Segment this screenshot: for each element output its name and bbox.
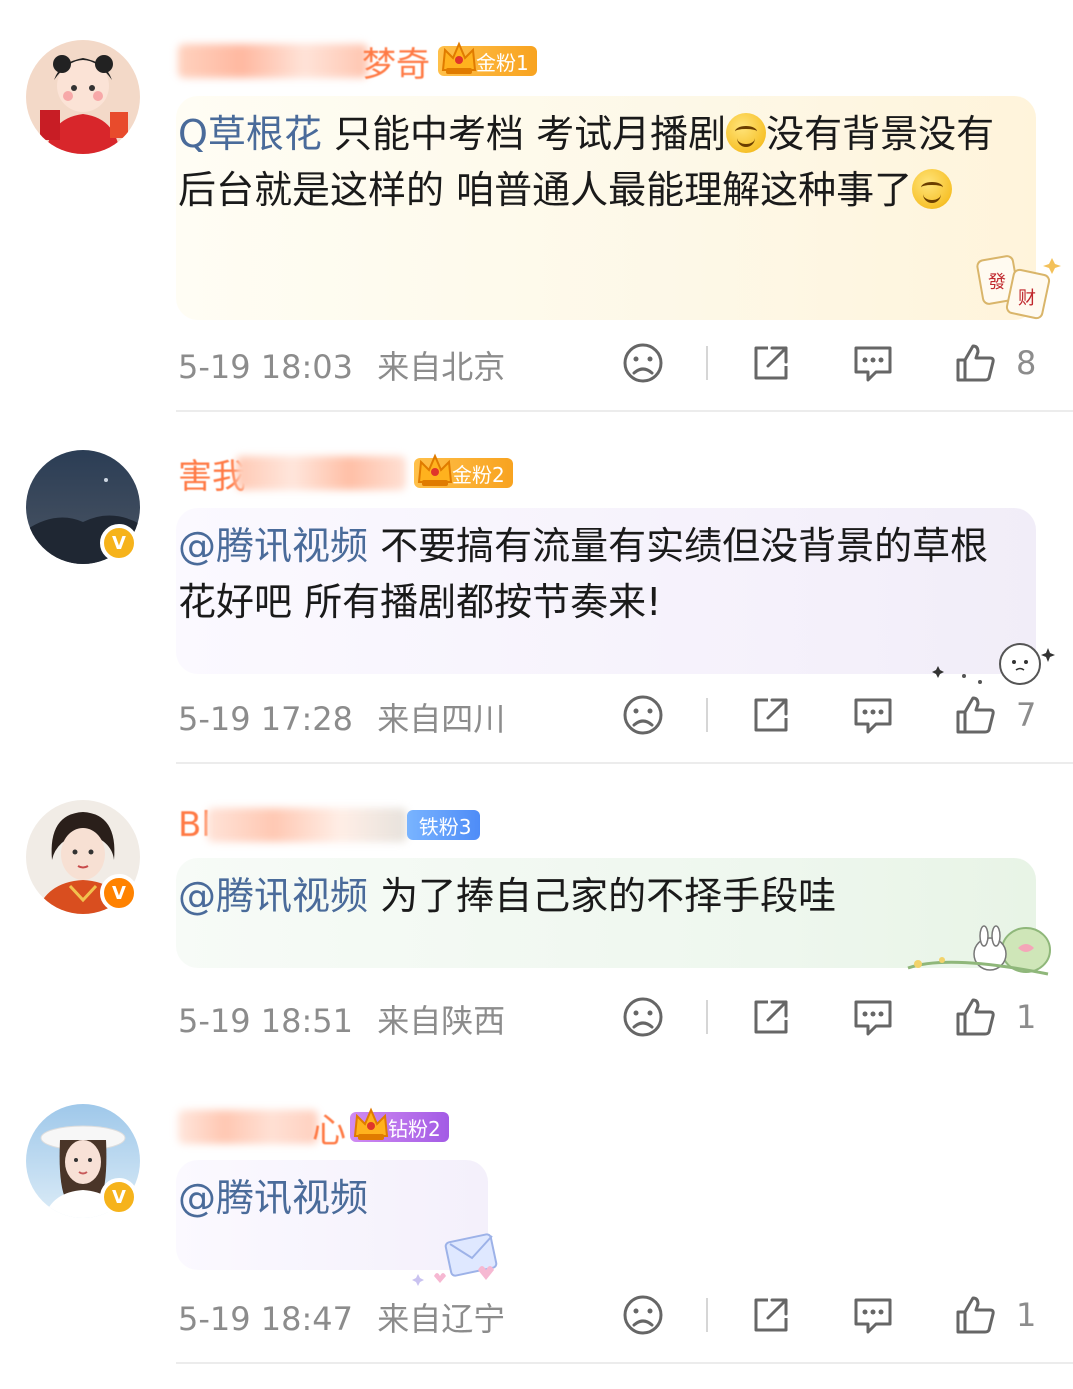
comment-icon [854, 1298, 892, 1334]
comment-icon [854, 346, 892, 382]
topic-link[interactable]: Q草根花 [178, 112, 322, 156]
share-button[interactable] [748, 690, 794, 740]
comment-icon [854, 698, 892, 734]
divider [706, 1000, 708, 1034]
reply-button[interactable] [850, 690, 896, 740]
crown-icon [417, 453, 453, 486]
share-button[interactable] [748, 338, 794, 388]
comment-item: V Bl 铁粉3 @腾讯视频 为了捧自己家的不择手段哇 5-19 18:51 来… [0, 764, 1073, 1064]
comment-bubble[interactable]: Q草根花 只能中考档 考试月播剧 没有背景没有后台就是这样的 咱普通人最能理解这种… [176, 96, 1061, 320]
location: 来自北京 [377, 348, 506, 386]
comment-text: @腾讯视频 不要搞有流量有实绩但没背景的草根花好吧 所有播剧都按节奏来! [178, 524, 989, 624]
thumbs-up-icon [956, 998, 995, 1036]
share-button[interactable] [748, 992, 794, 1042]
comment-item: 梦奇 金粉1 Q草根花 只能中考档 考试月播剧 没有背景没有后台就是这样的 咱普通… [0, 0, 1073, 412]
comment-bubble[interactable]: @腾讯视频 为了捧自己家的不择手段哇 [176, 858, 1051, 976]
like-button[interactable]: 7 [952, 690, 1036, 740]
reply-button[interactable] [850, 992, 896, 1042]
comment-text: Q草根花 只能中考档 考试月播剧 没有背景没有后台就是这样的 咱普通人最能理解这种… [178, 112, 995, 212]
location: 来自陕西 [377, 1002, 506, 1040]
dislike-button[interactable] [620, 338, 666, 388]
sad-face-icon [623, 343, 663, 383]
dislike-button[interactable] [620, 690, 666, 740]
crown-icon [353, 1107, 389, 1140]
comment-meta: 5-19 17:28 来自四川 [178, 694, 505, 740]
like-button[interactable]: 1 [952, 1290, 1036, 1340]
reply-button[interactable] [850, 1290, 896, 1340]
like-count: 1 [1016, 998, 1037, 1036]
share-icon [754, 346, 788, 380]
divider [706, 346, 708, 380]
verified-v-icon: V [100, 874, 138, 912]
mention-link[interactable]: @腾讯视频 [178, 1176, 368, 1220]
thumbs-up-icon [956, 1296, 995, 1334]
username[interactable]: Bl 铁粉3 [178, 804, 480, 846]
svg-text:發: 發 [988, 272, 1006, 293]
timestamp: 5-19 18:51 [178, 1002, 354, 1040]
sad-face-icon [623, 1295, 663, 1335]
envelope-sticker-icon [412, 1233, 498, 1286]
action-bar: 8 [620, 338, 1040, 388]
timestamp: 5-19 17:28 [178, 700, 354, 738]
thumbs-up-icon [956, 344, 995, 382]
divider [176, 1362, 1073, 1364]
comment-meta: 5-19 18:47 来自辽宁 [178, 1294, 505, 1340]
like-button[interactable]: 1 [952, 992, 1036, 1042]
share-icon [754, 1298, 788, 1332]
share-icon [754, 1000, 788, 1034]
action-bar: 1 [620, 992, 1040, 1042]
smile-emoji-icon [726, 113, 767, 153]
comment-item: V 害我 金粉2 @腾讯视频 不要搞有流量有实绩但没背景的草根花好吧 所有播剧都… [0, 412, 1073, 764]
location: 来自辽宁 [377, 1300, 506, 1338]
smile-emoji-icon [912, 169, 953, 209]
username[interactable]: 心 钻粉2 [178, 1106, 449, 1151]
mention-link[interactable]: @腾讯视频 [178, 874, 368, 918]
avatar[interactable] [26, 40, 140, 154]
divider [706, 1298, 708, 1332]
dislike-button[interactable] [620, 992, 666, 1042]
sad-face-icon [623, 695, 663, 735]
username[interactable]: 梦奇 金粉1 [178, 40, 537, 85]
comment-text: @腾讯视频 为了捧自己家的不择手段哇 [178, 874, 837, 918]
username[interactable]: 害我 金粉2 [178, 452, 513, 497]
dislike-button[interactable] [620, 1290, 666, 1340]
fan-badge[interactable]: 金粉2 [414, 453, 513, 488]
fan-badge[interactable]: 金粉1 [438, 41, 537, 76]
comment-meta: 5-19 18:51 来自陕西 [178, 996, 505, 1042]
action-bar: 7 [620, 690, 1040, 740]
fan-badge[interactable]: 铁粉3 [406, 810, 480, 840]
action-bar: 1 [620, 1290, 1040, 1340]
bunny-sticker-icon [907, 925, 1051, 976]
comment-bubble[interactable]: @腾讯视频 [176, 1160, 498, 1286]
comment-meta: 5-19 18:03 来自北京 [178, 342, 505, 388]
verified-v-icon: V [100, 1178, 138, 1216]
verified-v-icon: V [100, 524, 138, 562]
comment-bubble[interactable]: @腾讯视频 不要搞有流量有实绩但没背景的草根花好吧 所有播剧都按节奏来! [176, 508, 1055, 685]
mahjong-sticker-icon: 發 财 [976, 255, 1061, 320]
svg-text:财: 财 [1018, 288, 1036, 309]
sad-face-icon [623, 997, 663, 1037]
share-button[interactable] [748, 1290, 794, 1340]
timestamp: 5-19 18:03 [178, 348, 354, 386]
reply-button[interactable] [850, 338, 896, 388]
like-count: 1 [1016, 1296, 1037, 1334]
comment-item: V 心 钻粉2 @腾讯视频 5-19 18:47 来自辽宁 1 [0, 1066, 1073, 1389]
fan-badge[interactable]: 钻粉2 [350, 1107, 449, 1142]
divider [706, 698, 708, 732]
bunny-sticker-icon [932, 643, 1055, 685]
like-button[interactable]: 8 [952, 338, 1036, 388]
mention-link[interactable]: @腾讯视频 [178, 524, 368, 568]
share-icon [754, 698, 788, 732]
crown-icon [441, 41, 477, 74]
timestamp: 5-19 18:47 [178, 1300, 354, 1338]
comment-icon [854, 1000, 892, 1036]
location: 来自四川 [377, 700, 506, 738]
thumbs-up-icon [956, 696, 995, 734]
like-count: 7 [1016, 696, 1037, 734]
like-count: 8 [1016, 344, 1037, 382]
